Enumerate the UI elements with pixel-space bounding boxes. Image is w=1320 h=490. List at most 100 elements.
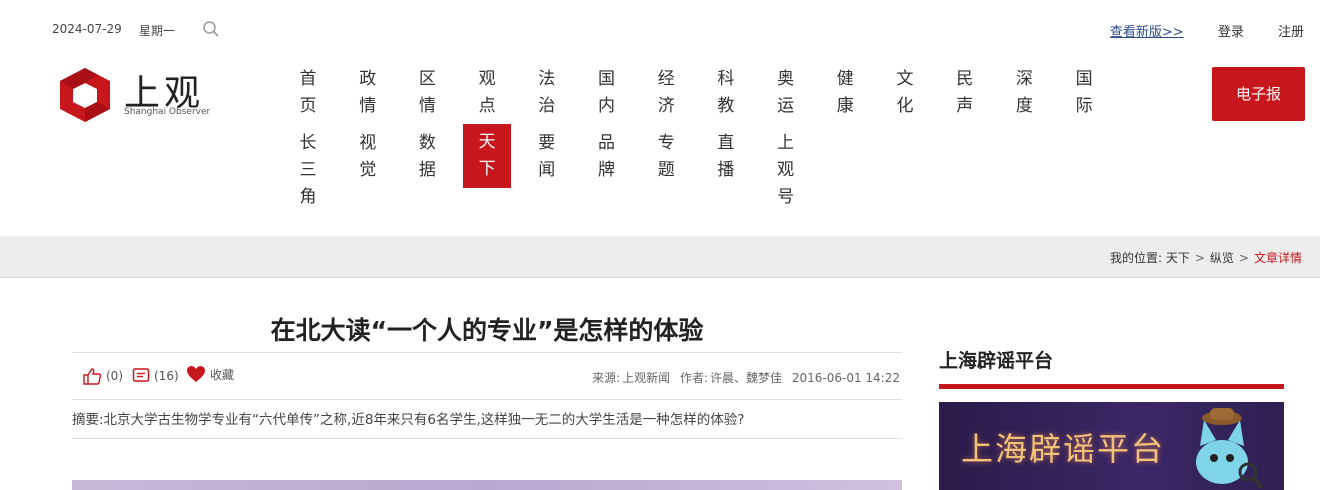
- nav-item-char: 健: [836, 69, 854, 89]
- nav-item[interactable]: 区情: [415, 66, 439, 120]
- nav-item-char: 号: [777, 187, 795, 207]
- nav-item-char: 页: [299, 96, 317, 116]
- logo-english-name: Shanghai Observer: [124, 107, 211, 117]
- breadcrumb-separator: >: [1238, 251, 1249, 265]
- breadcrumb-label: 我的位置:: [1109, 251, 1162, 265]
- epaper-button[interactable]: 电子报: [1212, 67, 1305, 121]
- login-link[interactable]: 登录: [1218, 25, 1244, 40]
- search-icon[interactable]: [202, 20, 220, 38]
- nav-item-char: 文: [896, 69, 914, 89]
- rumor-platform-banner[interactable]: 上海辟谣平台: [939, 402, 1284, 490]
- nav-item[interactable]: 深度: [1012, 66, 1036, 120]
- breadcrumb: 我的位置: 天下 > 纵览 > 文章详情: [1110, 249, 1302, 266]
- nav-item-char: 观: [777, 160, 795, 180]
- site-logo[interactable]: 上观 Shanghai Observer: [54, 66, 234, 126]
- nav-item[interactable]: 长三角: [296, 130, 320, 211]
- nav-item-char: 要: [538, 133, 556, 153]
- current-date: 2024-07-29: [52, 22, 122, 36]
- register-link[interactable]: 注册: [1278, 25, 1304, 40]
- nav-item[interactable]: 直播: [714, 130, 738, 184]
- nav-item-char: 情: [359, 96, 377, 116]
- article-summary: 摘要:北京大学古生物学专业有“六代单传”之称,近8年来只有6名学生,这样独一无二…: [72, 408, 902, 439]
- nav-item[interactable]: 政情: [356, 66, 380, 120]
- like-button[interactable]: (0): [82, 367, 123, 385]
- current-weekday: 星期一: [139, 24, 176, 38]
- nav-item[interactable]: 科教: [714, 66, 738, 120]
- nav-item-char: 区: [418, 69, 436, 89]
- source-label: 来源:: [592, 371, 621, 385]
- nav-item[interactable]: 国际: [1072, 66, 1096, 120]
- nav-item-char: 品: [598, 133, 615, 153]
- nav-item-char: 长: [299, 133, 317, 153]
- nav-item-char: 国: [598, 69, 615, 89]
- nav-item[interactable]: 法治: [535, 66, 559, 120]
- nav-item-char: 治: [538, 96, 556, 116]
- favorite-label: 收藏: [210, 367, 235, 382]
- nav-item-char: 法: [538, 69, 556, 89]
- nav-item[interactable]: 国内: [595, 66, 619, 120]
- nav-item-char: 国: [1075, 69, 1093, 89]
- nav-item-char: 情: [418, 96, 436, 116]
- nav-item[interactable]: 民声: [953, 66, 977, 120]
- nav-item-char: 声: [956, 96, 974, 116]
- nav-item-char: 专: [657, 133, 675, 153]
- breadcrumb-item-zonglan[interactable]: 纵览: [1210, 251, 1234, 265]
- nav-item[interactable]: 天下: [463, 124, 512, 188]
- logo-mark-icon: [60, 68, 110, 122]
- top-bar: 2024-07-29 星期一 查看新版>> 登录 注册: [0, 0, 1320, 60]
- nav-item-char: 康: [836, 96, 854, 116]
- nav-item-char: 奥: [777, 69, 795, 89]
- source-value: 上观新闻: [622, 371, 671, 385]
- nav-item[interactable]: 经济: [654, 66, 678, 120]
- nav-item[interactable]: 要闻: [535, 130, 559, 184]
- top-links: 查看新版>> 登录 注册: [1080, 21, 1304, 40]
- nav-item[interactable]: 观点: [475, 66, 499, 120]
- author-value: 许晨、魏梦佳: [710, 371, 783, 385]
- nav-item-char: 政: [359, 69, 377, 89]
- nav-item[interactable]: 首页: [296, 66, 320, 120]
- mascot-cat-icon: [1196, 408, 1264, 490]
- nav-item[interactable]: 专题: [654, 130, 678, 184]
- nav-item-char: 教: [717, 96, 735, 116]
- favorite-button[interactable]: 收藏: [186, 365, 234, 383]
- nav-item-char: 经: [657, 69, 675, 89]
- comment-button[interactable]: (16): [132, 367, 179, 385]
- nav-item[interactable]: 品牌: [595, 130, 619, 184]
- comment-icon: [132, 368, 150, 382]
- author-label: 作者:: [679, 371, 709, 385]
- nav-item-char: 点: [478, 96, 496, 116]
- nav-item-char: 题: [657, 160, 675, 180]
- new-version-link[interactable]: 查看新版>>: [1110, 25, 1184, 40]
- like-count: (0): [106, 369, 123, 383]
- nav-item-char: 闻: [538, 160, 556, 180]
- publish-datetime: 2016-06-01 14:22: [791, 371, 900, 385]
- nav-item-char: 下: [478, 159, 496, 179]
- thumbs-up-icon: [83, 368, 102, 385]
- nav-item-char: 角: [299, 187, 317, 207]
- sidebar-title: 上海辟谣平台: [939, 350, 1054, 372]
- breadcrumb-item-tianxia[interactable]: 天下: [1166, 251, 1190, 265]
- breadcrumb-separator: >: [1194, 251, 1205, 265]
- nav-item-char: 度: [1015, 96, 1033, 116]
- nav-item-char: 内: [598, 96, 615, 116]
- nav-item[interactable]: 视觉: [356, 130, 380, 184]
- nav-item-char: 民: [956, 69, 974, 89]
- article-lead-image: [72, 480, 902, 490]
- nav-item-char: 据: [418, 160, 436, 180]
- nav-item-char: 直: [717, 133, 735, 153]
- breadcrumb-bar: 我的位置: 天下 > 纵览 > 文章详情: [0, 236, 1320, 278]
- nav-item[interactable]: 奥运: [774, 66, 798, 120]
- nav-item-char: 观: [478, 69, 496, 89]
- nav-item-char: 科: [717, 69, 735, 89]
- heart-icon: [187, 366, 205, 382]
- nav-item-char: 化: [896, 96, 914, 116]
- nav-item-char: 际: [1075, 96, 1093, 116]
- article-meta-row: (0) (16) 收藏 来源: 上观新闻 作者: 许晨、魏梦佳 2016-06-01…: [72, 352, 902, 400]
- nav-item[interactable]: 数据: [415, 130, 439, 184]
- nav-item[interactable]: 健康: [833, 66, 857, 120]
- nav-item[interactable]: 文化: [893, 66, 917, 120]
- nav-item-char: 深: [1015, 69, 1033, 89]
- main-nav: 首页政情区情观点法治国内经济科教奥运健康文化民声深度国际长三角视觉数据天下要闻品…: [296, 66, 1116, 216]
- nav-item[interactable]: 上观号: [774, 130, 798, 211]
- nav-item-char: 视: [359, 133, 377, 153]
